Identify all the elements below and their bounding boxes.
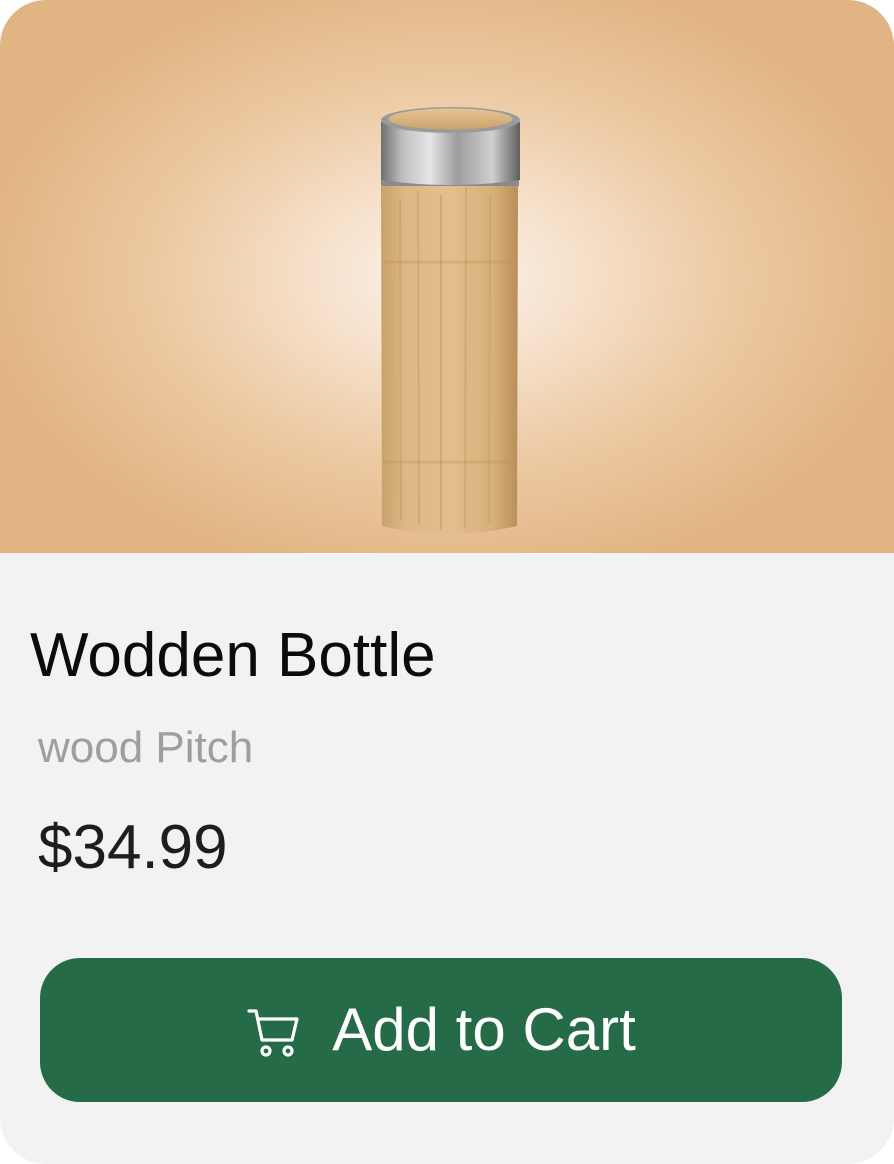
product-image: [381, 107, 520, 534]
product-image-area: [0, 0, 894, 553]
product-card: Wodden Bottle wood Pitch $34.99 Add to C…: [0, 0, 894, 1164]
product-title: Wodden Bottle: [30, 621, 436, 690]
cart-icon: [247, 1009, 299, 1057]
product-price: $34.99: [38, 813, 228, 882]
add-to-cart-button[interactable]: Add to Cart: [40, 958, 842, 1102]
add-to-cart-label: Add to Cart: [332, 996, 636, 1063]
product-material: wood Pitch: [38, 723, 254, 772]
